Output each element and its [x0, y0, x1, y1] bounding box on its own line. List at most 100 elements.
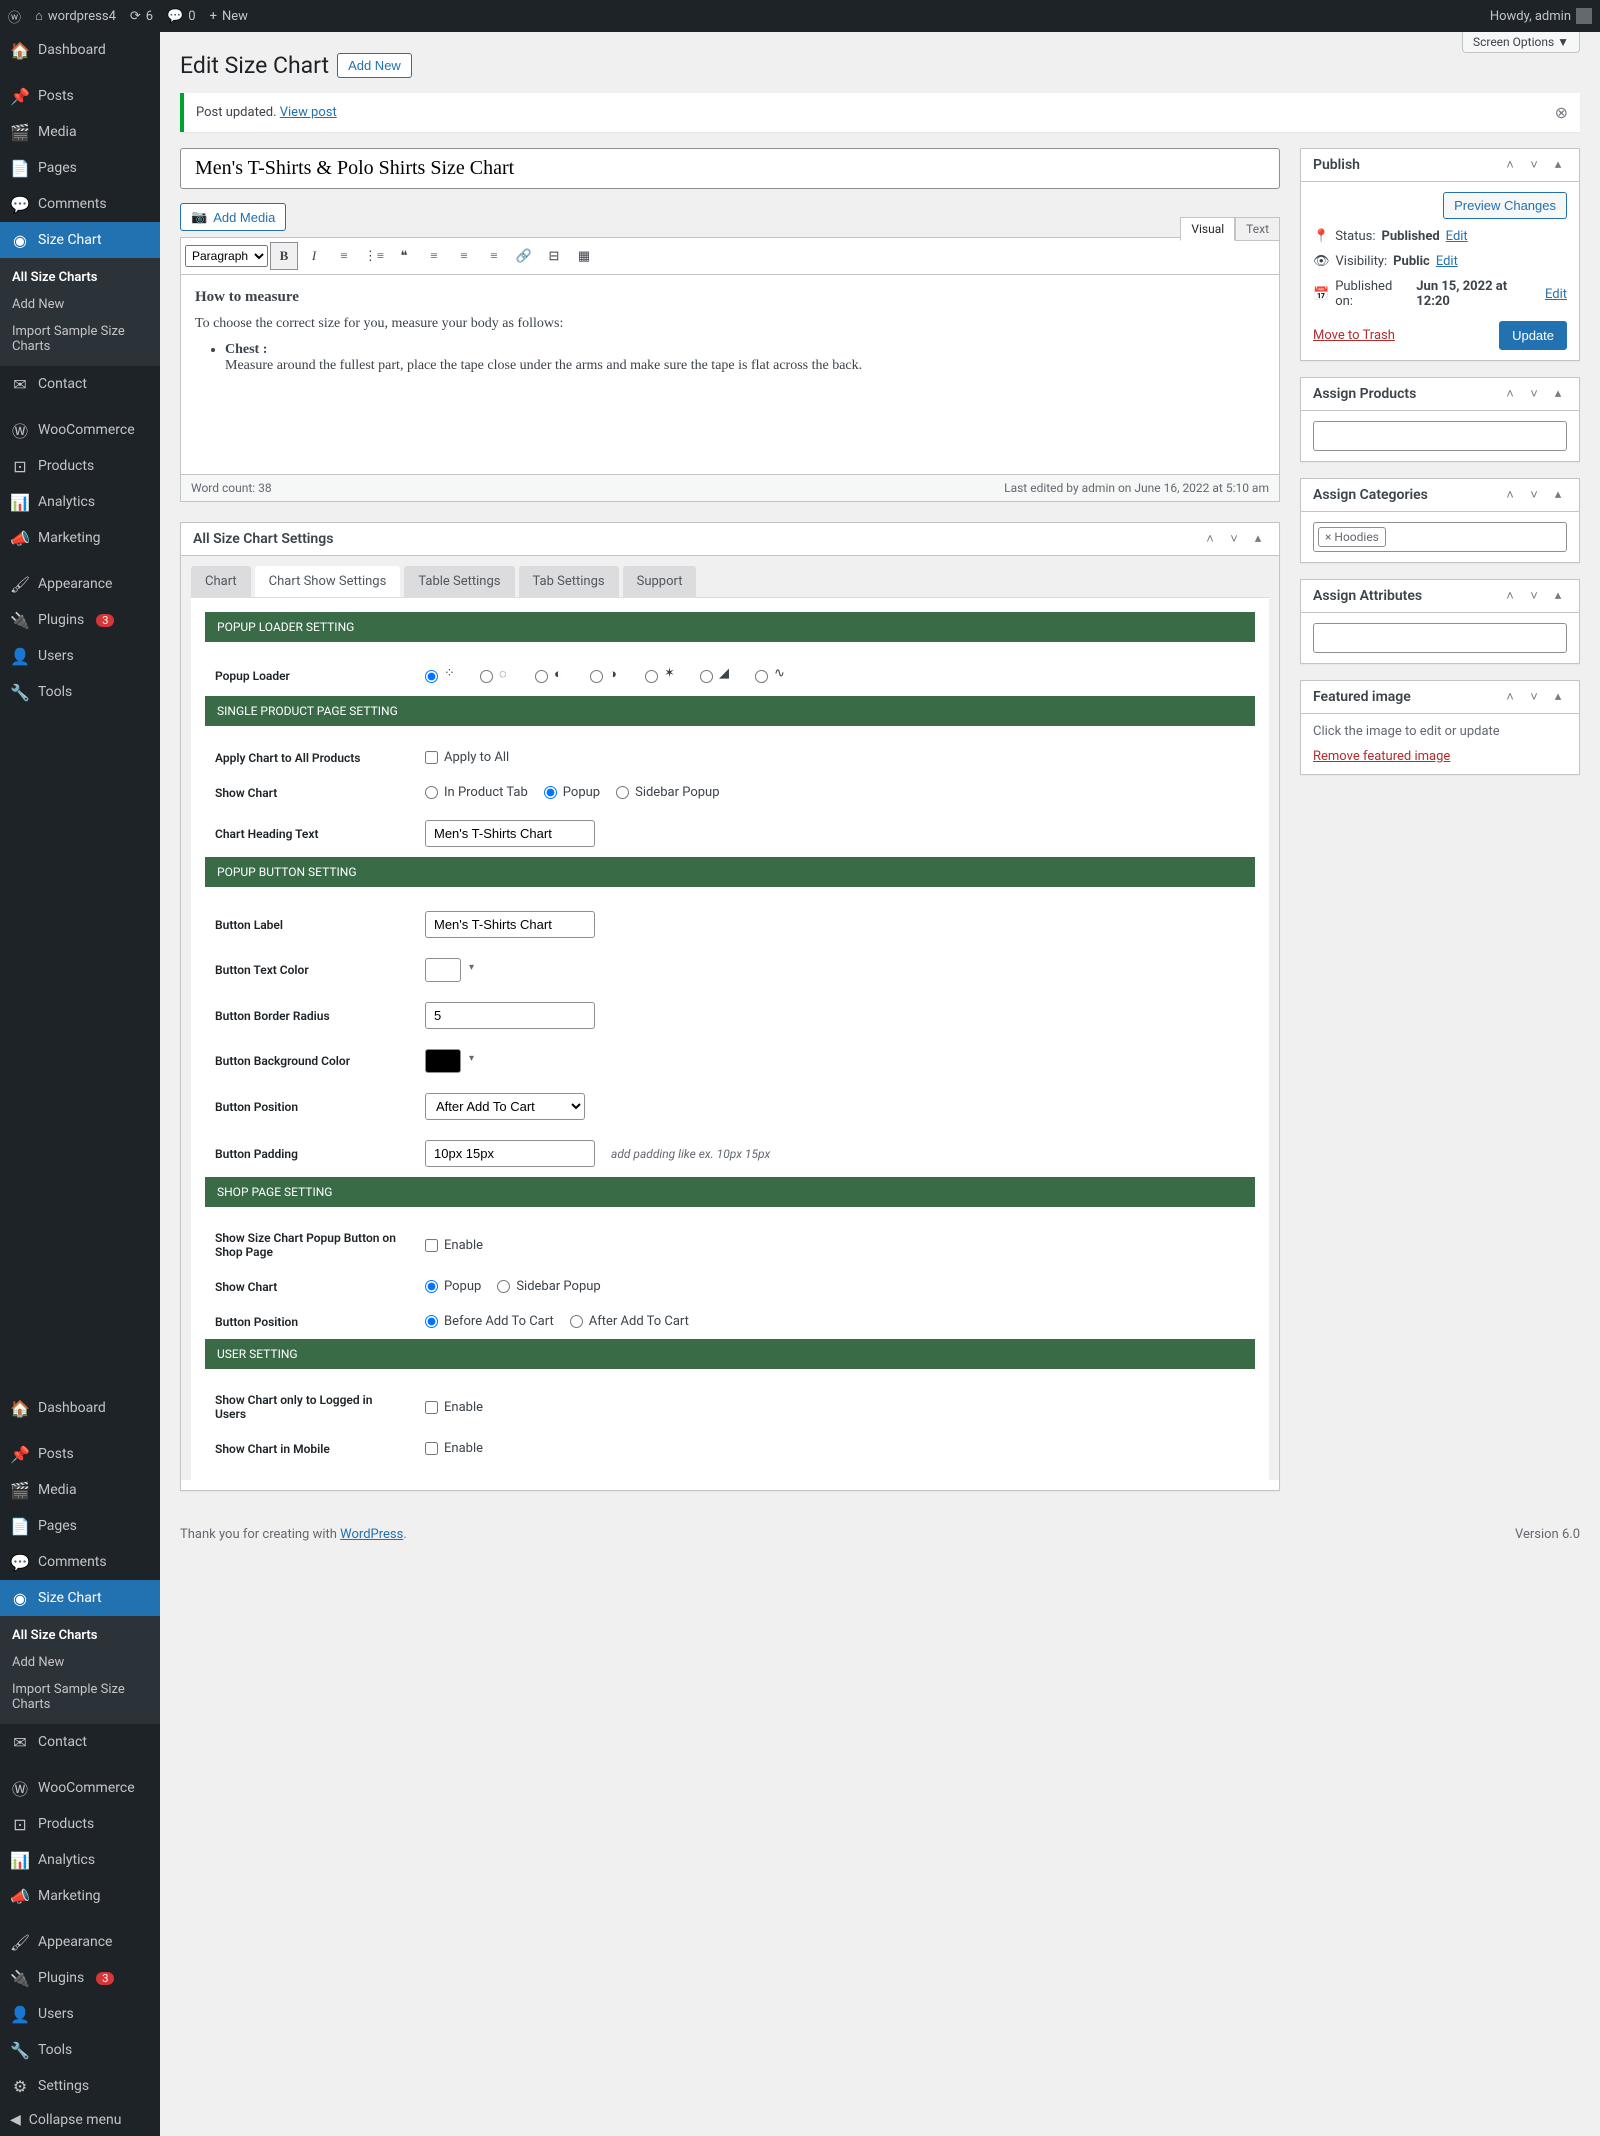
loader-opt-7[interactable] — [755, 670, 768, 683]
button-pos-select[interactable]: After Add To Cart — [425, 1093, 585, 1120]
menu2-contact[interactable]: ✉Contact — [0, 1724, 160, 1760]
tab-support[interactable]: Support — [623, 566, 697, 597]
text-color-picker[interactable] — [425, 958, 461, 982]
shop-popup-radio[interactable] — [425, 1280, 438, 1293]
menu-pages[interactable]: 📄Pages — [0, 150, 160, 186]
site-name-link[interactable]: ⌂ wordpress4 — [35, 8, 116, 24]
wp-logo-icon[interactable]: ⓦ — [8, 7, 21, 26]
show-in-tab-radio[interactable] — [425, 786, 438, 799]
menu-products[interactable]: ⊡Products — [0, 448, 160, 484]
updates-link[interactable]: ⟳ 6 — [130, 9, 153, 24]
submenu-add-new[interactable]: Add New — [0, 291, 160, 318]
howdy-account[interactable]: Howdy, admin — [1490, 8, 1592, 24]
submenu2-import[interactable]: Import Sample Size Charts — [0, 1676, 160, 1718]
toggle-icon[interactable]: ▴ — [1549, 157, 1567, 173]
quote-button[interactable]: ❝ — [390, 242, 418, 270]
show-popup-radio[interactable] — [544, 786, 557, 799]
move-to-trash-link[interactable]: Move to Trash — [1313, 328, 1395, 343]
apply-all-checkbox[interactable] — [425, 751, 438, 764]
italic-button[interactable]: I — [300, 242, 328, 270]
ol-button[interactable]: ⋮≡ — [360, 242, 388, 270]
tab-table[interactable]: Table Settings — [404, 566, 514, 597]
menu2-tools[interactable]: 🔧Tools — [0, 2032, 160, 2068]
chart-heading-input[interactable] — [425, 820, 595, 847]
remove-featured-image-link[interactable]: Remove featured image — [1313, 749, 1450, 764]
toggle-icon[interactable]: ▴ — [1549, 689, 1567, 705]
shop-before-radio[interactable] — [425, 1315, 438, 1328]
show-sidebar-radio[interactable] — [616, 786, 629, 799]
dismiss-notice-icon[interactable]: ⊗ — [1555, 103, 1568, 122]
assign-categories-input[interactable]: × Hoodies — [1313, 522, 1567, 552]
loader-opt-2[interactable] — [480, 670, 493, 683]
menu2-plugins[interactable]: 🔌Plugins3 — [0, 1960, 160, 1996]
menu-tools[interactable]: 🔧Tools — [0, 674, 160, 710]
tab-chart[interactable]: Chart — [191, 566, 251, 597]
editor-content[interactable]: How to measure To choose the correct siz… — [180, 275, 1280, 475]
move-up-icon[interactable]: ˄ — [1201, 531, 1219, 547]
view-post-link[interactable]: View post — [280, 105, 337, 120]
toggle-icon[interactable]: ▴ — [1549, 588, 1567, 604]
mobile-checkbox[interactable] — [425, 1442, 438, 1455]
move-up-icon[interactable]: ˄ — [1501, 386, 1519, 402]
preview-changes-button[interactable]: Preview Changes — [1443, 192, 1567, 219]
menu2-products[interactable]: ⊡Products — [0, 1806, 160, 1842]
menu2-pages[interactable]: 📄Pages — [0, 1508, 160, 1544]
text-tab[interactable]: Text — [1235, 217, 1280, 241]
menu2-settings[interactable]: ⚙Settings — [0, 2068, 160, 2104]
visual-tab[interactable]: Visual — [1180, 217, 1235, 241]
move-up-icon[interactable]: ˄ — [1501, 689, 1519, 705]
move-down-icon[interactable]: ˅ — [1525, 157, 1543, 173]
menu2-media[interactable]: 🎬Media — [0, 1472, 160, 1508]
wordpress-link[interactable]: WordPress — [340, 1527, 403, 1542]
menu2-marketing[interactable]: 📣Marketing — [0, 1878, 160, 1914]
loader-opt-4[interactable] — [590, 670, 603, 683]
screen-options-toggle[interactable]: Screen Options ▼ — [1462, 32, 1580, 53]
loader-opt-5[interactable] — [645, 670, 658, 683]
menu2-analytics[interactable]: 📊Analytics — [0, 1842, 160, 1878]
menu-dashboard[interactable]: 🏠Dashboard — [0, 32, 160, 68]
shop-after-radio[interactable] — [570, 1315, 583, 1328]
edit-date-link[interactable]: Edit — [1545, 287, 1567, 302]
menu-posts[interactable]: 📌Posts — [0, 78, 160, 114]
assign-products-input[interactable] — [1313, 421, 1567, 451]
loader-opt-3[interactable] — [535, 670, 548, 683]
format-select[interactable]: Paragraph — [185, 245, 268, 267]
bg-color-picker[interactable] — [425, 1049, 461, 1073]
menu2-dashboard[interactable]: 🏠Dashboard — [0, 1390, 160, 1426]
menu-marketing[interactable]: 📣Marketing — [0, 520, 160, 556]
new-content-link[interactable]: + New — [210, 9, 248, 24]
edit-status-link[interactable]: Edit — [1446, 229, 1468, 244]
shop-sidebar-radio[interactable] — [497, 1280, 510, 1293]
menu2-size-chart[interactable]: ◉Size Chart — [0, 1580, 160, 1616]
more-button[interactable]: ⊟ — [540, 242, 568, 270]
move-down-icon[interactable]: ˅ — [1525, 689, 1543, 705]
post-title-input[interactable] — [180, 148, 1280, 189]
submenu2-add-new[interactable]: Add New — [0, 1649, 160, 1676]
menu-users[interactable]: 👤Users — [0, 638, 160, 674]
logged-in-checkbox[interactable] — [425, 1401, 438, 1414]
menu-size-chart[interactable]: ◉Size Chart — [0, 222, 160, 258]
submenu2-all-charts[interactable]: All Size Charts — [0, 1622, 160, 1649]
align-left-button[interactable]: ≡ — [420, 242, 448, 270]
align-center-button[interactable]: ≡ — [450, 242, 478, 270]
add-media-button[interactable]: 📷Add Media — [180, 203, 286, 231]
menu-contact[interactable]: ✉Contact — [0, 366, 160, 402]
toggle-icon[interactable]: ▴ — [1249, 531, 1267, 547]
move-down-icon[interactable]: ˅ — [1525, 487, 1543, 503]
menu-analytics[interactable]: 📊Analytics — [0, 484, 160, 520]
ul-button[interactable]: ≡ — [330, 242, 358, 270]
menu2-comments[interactable]: 💬Comments — [0, 1544, 160, 1580]
toggle-icon[interactable]: ▴ — [1549, 487, 1567, 503]
menu-plugins[interactable]: 🔌Plugins3 — [0, 602, 160, 638]
move-down-icon[interactable]: ˅ — [1525, 588, 1543, 604]
move-up-icon[interactable]: ˄ — [1501, 487, 1519, 503]
assign-attributes-input[interactable] — [1313, 623, 1567, 653]
loader-opt-1[interactable] — [425, 670, 438, 683]
category-tag-hoodies[interactable]: × Hoodies — [1318, 527, 1386, 547]
move-down-icon[interactable]: ˅ — [1525, 386, 1543, 402]
shop-enable-checkbox[interactable] — [425, 1239, 438, 1252]
toolbar-toggle-button[interactable]: ▦ — [570, 242, 598, 270]
edit-visibility-link[interactable]: Edit — [1436, 254, 1458, 269]
button-label-input[interactable] — [425, 911, 595, 938]
align-right-button[interactable]: ≡ — [480, 242, 508, 270]
